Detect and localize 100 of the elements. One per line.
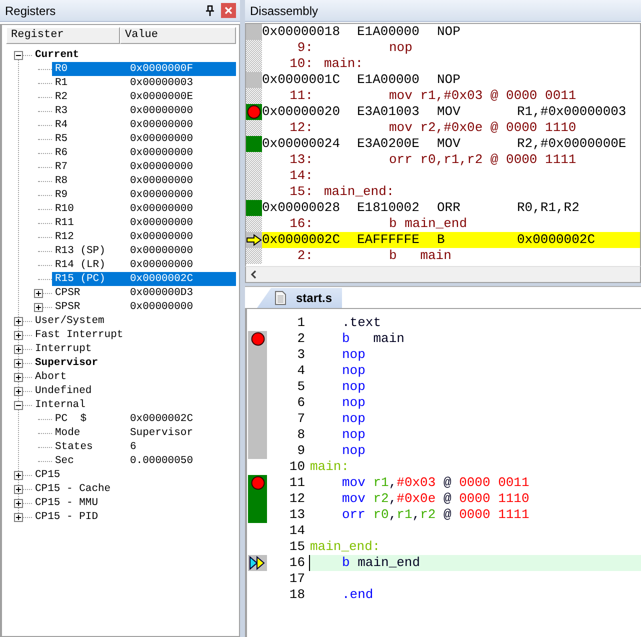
line-number: 3 [296, 347, 305, 363]
collapse-icon[interactable] [14, 400, 23, 410]
pin-icon[interactable] [205, 5, 215, 16]
tree-row[interactable]: R10 0x00000000 [52, 202, 236, 216]
tree-row[interactable]: CP15 - PID [32, 510, 236, 524]
gutter-strip [246, 152, 262, 168]
expand-icon[interactable] [14, 470, 23, 480]
opcode: E1A00000 [357, 24, 420, 40]
gutter-strip [246, 88, 262, 104]
register-value: 0x0000002C [130, 273, 194, 285]
expand-icon[interactable] [14, 330, 23, 340]
tree-row[interactable]: Mode Supervisor [52, 426, 236, 440]
tree-row[interactable]: R0 0x0000000F [52, 62, 236, 76]
register-name: R8 [55, 175, 69, 187]
tree-row[interactable]: CP15 [32, 468, 236, 482]
tree-row[interactable]: Supervisor [32, 356, 236, 370]
tree-row[interactable]: States 6 [52, 440, 236, 454]
line-number: 14 [288, 523, 305, 539]
register-value: 0x00000000 [130, 203, 194, 215]
expand-icon[interactable] [14, 316, 23, 326]
tree-row[interactable]: R1 0x00000003 [52, 76, 236, 90]
tree-row[interactable]: R6 0x00000000 [52, 146, 236, 160]
tree-row[interactable]: R4 0x00000000 [52, 118, 236, 132]
expand-icon[interactable] [14, 498, 23, 508]
tree-row[interactable]: SPSR 0x00000000 [52, 300, 236, 314]
opcode: E3A0200E [357, 136, 420, 152]
tree-row[interactable]: Internal [32, 398, 236, 412]
tree-row[interactable]: R2 0x0000000E [52, 90, 236, 104]
expand-icon[interactable] [34, 288, 43, 298]
tree-row[interactable]: R7 0x00000000 [52, 160, 236, 174]
line-number: 2 [296, 331, 305, 347]
register-value: 0x000000D3 [130, 287, 194, 299]
line-number: 16: [288, 216, 313, 232]
register-name: PC $ [55, 413, 88, 425]
source-code: orr r0,r1,r2 @ 0000 1111 [389, 152, 576, 168]
horizontal-scrollbar[interactable] [245, 266, 641, 283]
mnemonic: B [437, 232, 446, 248]
source-label: main_end: [324, 184, 394, 200]
code-line: nop [341, 347, 366, 363]
register-name: CP15 - PID [35, 511, 100, 523]
tree-row[interactable]: R8 0x00000000 [52, 174, 236, 188]
code-line: .end [341, 587, 374, 603]
line-number: 13 [288, 507, 305, 523]
operands: R0,R1,R2 [517, 200, 580, 216]
file-tab[interactable]: start.s [257, 288, 342, 308]
tree-row[interactable]: Fast Interrupt [32, 328, 236, 342]
tree-row[interactable]: Undefined [32, 384, 236, 398]
code-line: nop [341, 363, 366, 379]
register-name: CP15 - Cache [35, 483, 112, 495]
line-number: 16 [288, 555, 305, 571]
tree-row[interactable]: Sec 0.00000050 [52, 454, 236, 468]
line-number: 11: [288, 88, 313, 104]
scroll-left-icon[interactable] [250, 270, 257, 279]
instruction-address: 0x0000002C [262, 232, 342, 248]
tree-row[interactable]: R13 (SP) 0x00000000 [52, 244, 236, 258]
source-code: mov r2,#0x0e @ 0000 1110 [389, 120, 576, 136]
register-value: 0x0000002C [130, 413, 194, 425]
column-header[interactable]: Value [120, 27, 236, 44]
expand-icon[interactable] [14, 484, 23, 494]
close-button[interactable] [221, 3, 236, 18]
tree-row[interactable]: PC $ 0x0000002C [52, 412, 236, 426]
tree-row[interactable]: Interrupt [32, 342, 236, 356]
line-number: 15: [288, 184, 313, 200]
expand-icon[interactable] [34, 302, 43, 312]
expand-icon[interactable] [14, 386, 23, 396]
register-value: 0x00000000 [130, 161, 194, 173]
register-name: R10 [55, 203, 75, 215]
register-name: R14 (LR) [55, 259, 106, 271]
tree-row[interactable]: CP15 - Cache [32, 482, 236, 496]
expand-icon[interactable] [14, 344, 23, 354]
expand-icon[interactable] [14, 358, 23, 368]
register-name: Interrupt [35, 343, 93, 355]
line-number: 9: [296, 40, 313, 56]
collapse-icon[interactable] [14, 50, 23, 60]
tree-row[interactable]: User/System [32, 314, 236, 328]
tree-row[interactable]: CP15 - MMU [32, 496, 236, 510]
tree-row[interactable]: R9 0x00000000 [52, 188, 236, 202]
code-line: nop [341, 443, 366, 459]
expand-icon[interactable] [14, 372, 23, 382]
mnemonic: NOP [437, 72, 462, 88]
register-name: R7 [55, 161, 69, 173]
expand-icon[interactable] [14, 512, 23, 522]
register-value: 0.00000050 [130, 455, 194, 467]
tree-row[interactable]: CPSR 0x000000D3 [52, 286, 236, 300]
register-value: 0x00000000 [130, 119, 194, 131]
tree-row[interactable]: R15 (PC) 0x0000002C [52, 272, 236, 286]
tree-row[interactable]: R3 0x00000000 [52, 104, 236, 118]
tree-row[interactable]: Current [32, 48, 236, 62]
tree-row[interactable]: Abort [32, 370, 236, 384]
tree-row[interactable]: R11 0x00000000 [52, 216, 236, 230]
column-header[interactable]: Register [6, 27, 120, 44]
gutter-strip [246, 184, 262, 200]
register-value: 0x0000000F [130, 63, 194, 75]
operands: R1,#0x00000003 [517, 104, 626, 120]
line-number: 6 [296, 395, 305, 411]
source-code: nop [389, 40, 412, 56]
register-name: SPSR [55, 301, 82, 313]
tree-row[interactable]: R12 0x00000000 [52, 230, 236, 244]
tree-row[interactable]: R14 (LR) 0x00000000 [52, 258, 236, 272]
tree-row[interactable]: R5 0x00000000 [52, 132, 236, 146]
